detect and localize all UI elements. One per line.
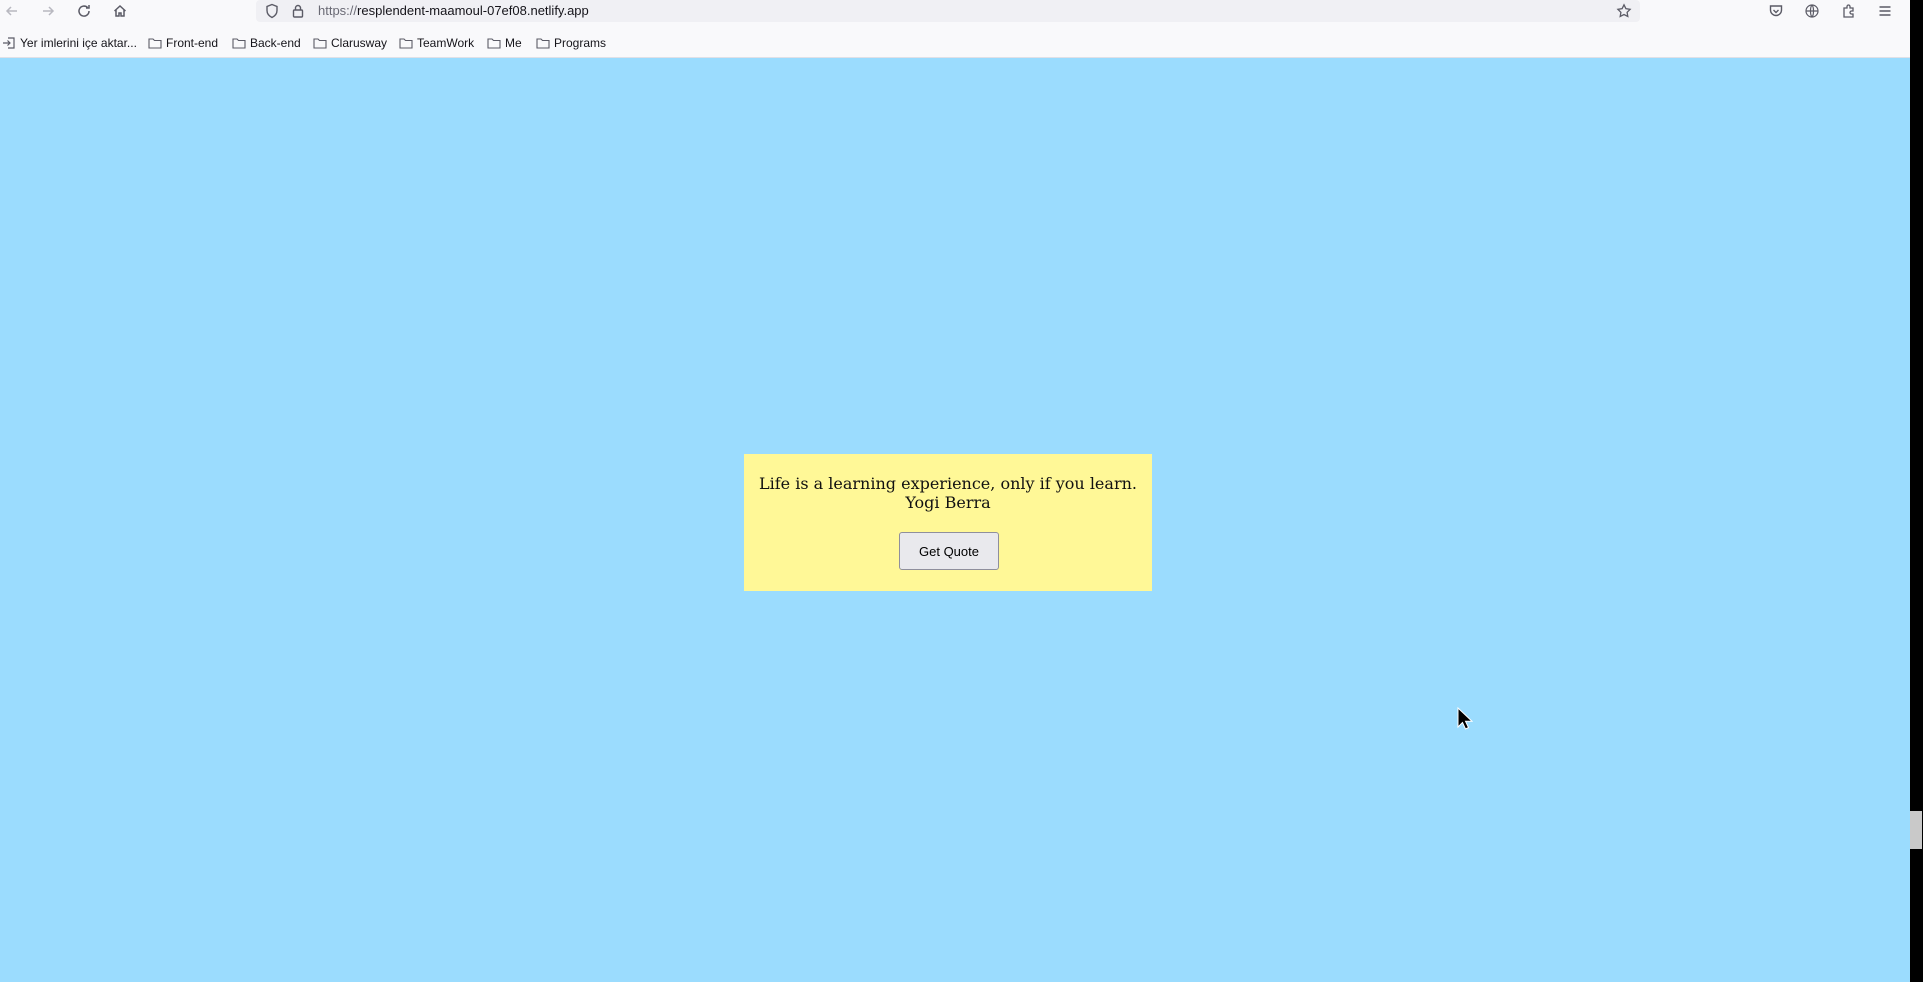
folder-icon bbox=[399, 38, 413, 49]
arrow-right-icon bbox=[43, 6, 55, 16]
scrollbar[interactable] bbox=[1910, 0, 1923, 982]
forward-button[interactable] bbox=[38, 1, 58, 21]
reload-button[interactable] bbox=[74, 1, 94, 21]
globe-icon bbox=[1805, 4, 1819, 18]
folder-icon bbox=[536, 38, 550, 49]
extensions-button[interactable] bbox=[1839, 1, 1859, 21]
folder-icon bbox=[487, 38, 501, 49]
bookmark-label: Me bbox=[505, 36, 522, 50]
folder-icon bbox=[313, 38, 327, 49]
import-icon bbox=[3, 37, 15, 49]
puzzle-icon bbox=[1843, 4, 1854, 18]
hamburger-icon bbox=[1879, 6, 1891, 16]
bookmark-back-end[interactable]: Back-end bbox=[232, 36, 301, 50]
url-scheme: https:// bbox=[318, 3, 358, 18]
star-icon[interactable] bbox=[1616, 3, 1632, 19]
bookmark-import[interactable]: Yer imlerini içe aktar... bbox=[2, 36, 137, 50]
url-host: resplendent-maamoul-07ef08.netlify.app bbox=[357, 3, 589, 18]
browser-window: https://resplendent-maamoul-07ef08.netli… bbox=[0, 0, 1910, 982]
url-bar[interactable]: https://resplendent-maamoul-07ef08.netli… bbox=[256, 0, 1640, 22]
bookmark-label: Front-end bbox=[166, 36, 219, 50]
home-button[interactable] bbox=[110, 1, 130, 21]
globe-button[interactable] bbox=[1802, 1, 1822, 21]
bookmark-me[interactable]: Me bbox=[487, 36, 522, 50]
arrow-left-icon bbox=[5, 6, 17, 16]
bookmark-programs[interactable]: Programs bbox=[536, 36, 606, 50]
quote-text: Life is a learning experience, only if y… bbox=[759, 474, 1137, 493]
shield-icon[interactable] bbox=[264, 3, 280, 19]
bookmarks-bar: Yer imlerini içe aktar... Front-end Back… bbox=[0, 33, 1910, 55]
browser-toolbar: https://resplendent-maamoul-07ef08.netli… bbox=[0, 0, 1910, 22]
get-quote-button[interactable]: Get Quote bbox=[899, 532, 999, 570]
folder-icon bbox=[148, 38, 162, 49]
bookmark-label: Yer imlerini içe aktar... bbox=[20, 36, 137, 50]
quote-author: Yogi Berra bbox=[905, 493, 991, 512]
bookmark-clarusway[interactable]: Clarusway bbox=[313, 36, 387, 50]
bookmark-label: Back-end bbox=[250, 36, 301, 50]
page-content: Life is a learning experience, only if y… bbox=[0, 58, 1910, 982]
bookmark-label: Clarusway bbox=[331, 36, 388, 50]
bookmark-label: TeamWork bbox=[417, 36, 475, 50]
bookmark-teamwork[interactable]: TeamWork bbox=[399, 36, 474, 50]
pocket-button[interactable] bbox=[1766, 1, 1786, 21]
bookmark-label: Programs bbox=[554, 36, 607, 50]
url-text[interactable]: https://resplendent-maamoul-07ef08.netli… bbox=[318, 3, 589, 18]
lock-icon[interactable] bbox=[290, 3, 306, 19]
scrollbar-thumb[interactable] bbox=[1910, 811, 1922, 849]
reload-icon bbox=[78, 5, 90, 17]
folder-icon bbox=[232, 38, 246, 49]
mouse-cursor-icon bbox=[1457, 707, 1473, 730]
quote-card: Life is a learning experience, only if y… bbox=[744, 454, 1152, 591]
menu-button[interactable] bbox=[1875, 1, 1895, 21]
back-button[interactable] bbox=[2, 1, 22, 21]
bookmark-front-end[interactable]: Front-end bbox=[148, 36, 218, 50]
home-icon bbox=[113, 4, 127, 17]
pocket-icon bbox=[1769, 5, 1783, 17]
